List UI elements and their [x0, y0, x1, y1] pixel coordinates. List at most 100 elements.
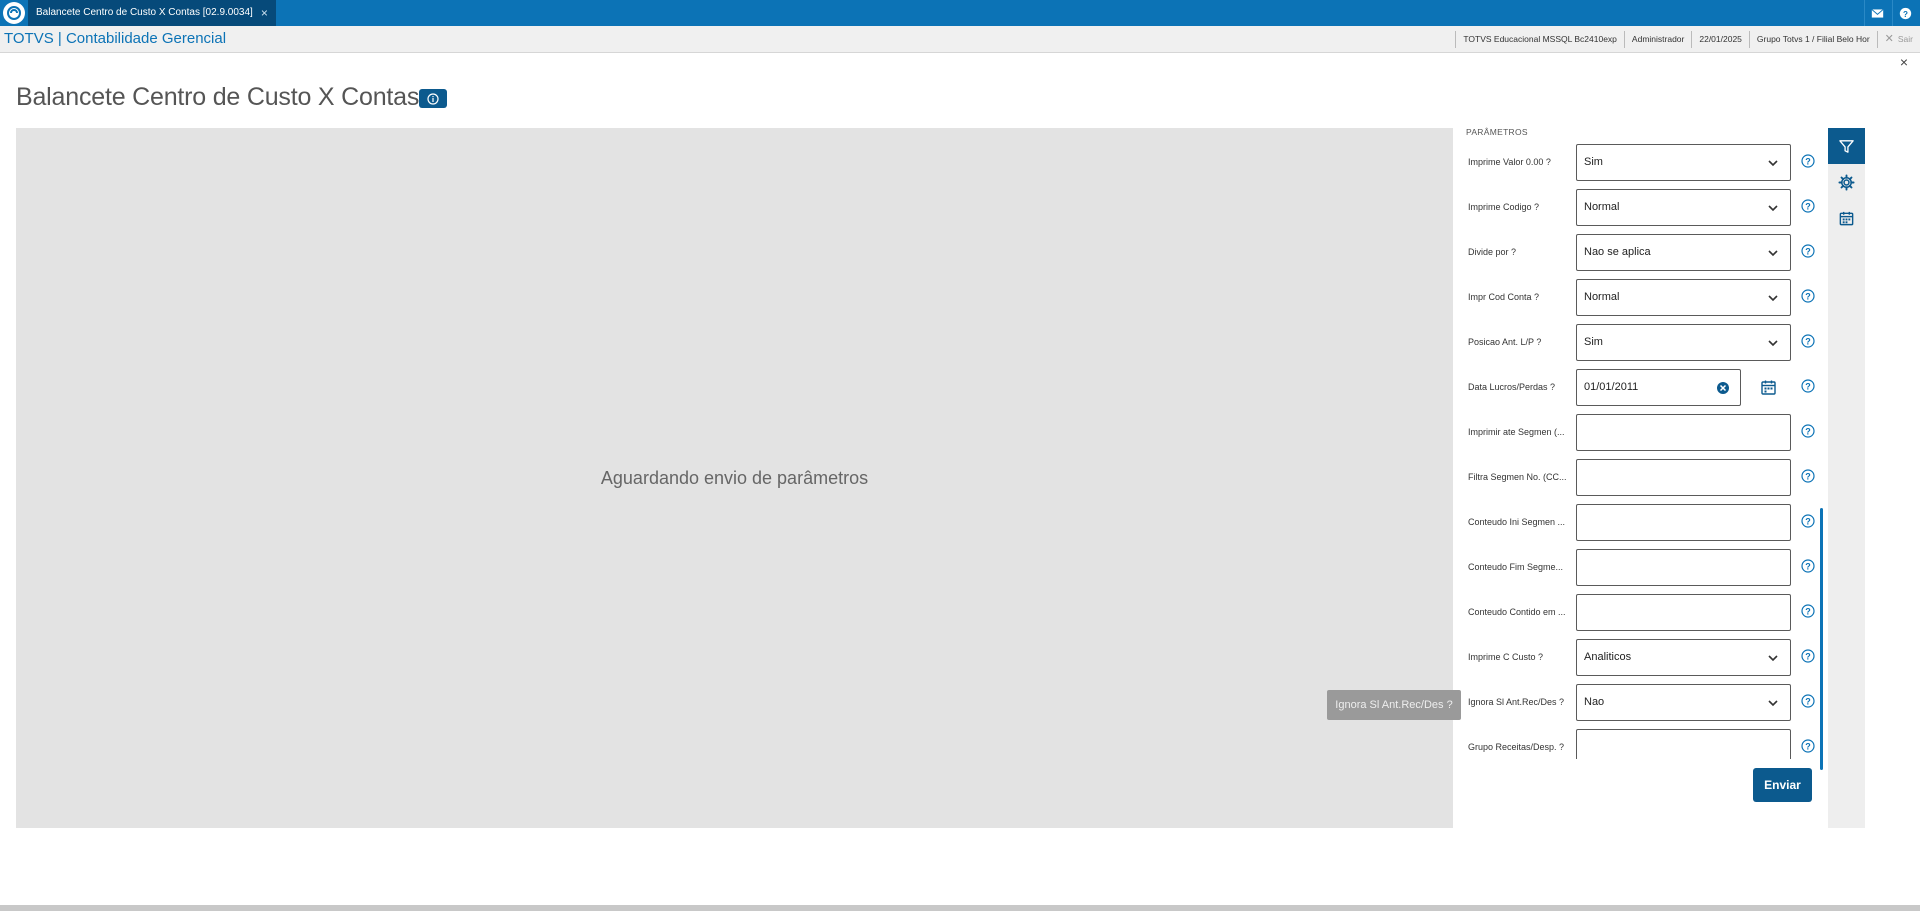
help-icon[interactable]: ? — [1801, 559, 1815, 573]
svg-text:?: ? — [1805, 652, 1811, 662]
param-date-field[interactable]: 01/01/2011 — [1576, 369, 1741, 406]
param-label: Filtra Segmen No. (CC... — [1468, 472, 1566, 482]
chevron-down-icon[interactable] — [1766, 651, 1780, 665]
param-select[interactable]: Sim — [1576, 144, 1791, 181]
help-icon[interactable]: ? — [1801, 334, 1815, 348]
param-input[interactable] — [1576, 594, 1791, 631]
param-select[interactable]: Nao se aplica — [1576, 234, 1791, 271]
param-value: Nao — [1584, 696, 1605, 708]
gear-icon — [1838, 173, 1855, 191]
param-label: Imprime Codigo ? — [1468, 202, 1540, 212]
page-title: Balancete Centro de Custo X Contas — [16, 83, 420, 111]
param-row: Conteudo Contido em ...? — [1466, 594, 1818, 632]
help-icon[interactable]: ? — [1801, 694, 1815, 708]
clear-icon[interactable] — [1716, 381, 1730, 395]
close-icon: ✕ — [1884, 33, 1894, 45]
param-value: Normal — [1584, 291, 1620, 303]
help-icon[interactable]: ? — [1801, 289, 1815, 303]
param-row: Imprime C Custo ? Analiticos? — [1466, 639, 1818, 677]
param-label: Conteudo Fim Segme... — [1468, 562, 1564, 572]
report-preview: Aguardando envio de parâmetros — [16, 128, 1453, 828]
help-icon[interactable]: ? — [1801, 469, 1815, 483]
svg-text:?: ? — [1805, 607, 1811, 617]
help-icon[interactable]: ? — [1801, 514, 1815, 528]
calendar-icon — [1839, 211, 1854, 225]
close-page-icon[interactable]: × — [1900, 54, 1908, 70]
brand-title: TOTVS | Contabilidade Gerencial — [4, 30, 227, 47]
chevron-down-icon[interactable] — [1766, 291, 1780, 305]
param-row: Conteudo Fim Segme...? — [1466, 549, 1818, 587]
svg-text:?: ? — [1805, 337, 1811, 347]
param-row: Impr Cod Conta ? Normal? — [1466, 279, 1818, 317]
param-select[interactable]: Normal — [1576, 279, 1791, 316]
param-input[interactable] — [1576, 414, 1791, 451]
send-button[interactable]: Enviar — [1753, 768, 1812, 802]
help-icon[interactable]: ? — [1801, 604, 1815, 618]
settings-button[interactable] — [1828, 164, 1865, 200]
schedule-button[interactable] — [1828, 200, 1865, 236]
params-panel: Imprime Valor 0.00 ? Sim? Imprime Codigo ?… — [1466, 144, 1818, 759]
param-value: 01/01/2011 — [1584, 381, 1639, 393]
param-label: Conteudo Contido em ... — [1468, 607, 1566, 617]
svg-text:?: ? — [1805, 472, 1811, 482]
param-label: Divide por ? — [1468, 247, 1517, 257]
chevron-down-icon[interactable] — [1766, 201, 1780, 215]
help-icon[interactable]: ? — [1801, 199, 1815, 213]
svg-text:?: ? — [1805, 517, 1811, 527]
logout-button[interactable]: ✕ Sair — [1876, 31, 1920, 48]
param-select[interactable]: Sim — [1576, 324, 1791, 361]
chevron-down-icon[interactable] — [1766, 336, 1780, 350]
param-select[interactable]: Analiticos — [1576, 639, 1791, 676]
mail-icon[interactable] — [1864, 0, 1890, 26]
info-icon — [427, 92, 439, 105]
params-scrollbar[interactable] — [1820, 508, 1823, 770]
help-icon[interactable]: ? — [1801, 154, 1815, 168]
param-label: Imprimir ate Segmen (... — [1468, 427, 1565, 437]
svg-text:?: ? — [1805, 292, 1811, 302]
param-input[interactable] — [1576, 459, 1791, 496]
environment-label: TOTVS Educacional MSSQL Bc2410exp — [1455, 31, 1624, 48]
tab-label: Balancete Centro de Custo X Contas [02.9… — [36, 7, 253, 18]
svg-text:?: ? — [1903, 9, 1908, 18]
sub-header: TOTVS | Contabilidade Gerencial TOTVS Ed… — [0, 26, 1920, 53]
param-value: Sim — [1584, 336, 1603, 348]
window-bottom-border — [0, 905, 1920, 911]
params-title: PARÂMETROS — [1466, 127, 1528, 137]
svg-text:?: ? — [1805, 562, 1811, 572]
help-icon[interactable]: ? — [1801, 244, 1815, 258]
chevron-down-icon[interactable] — [1766, 156, 1780, 170]
filter-button[interactable] — [1828, 128, 1865, 164]
preview-message: Aguardando envio de parâmetros — [600, 467, 869, 488]
param-input[interactable] — [1576, 729, 1791, 759]
svg-text:?: ? — [1805, 742, 1811, 752]
param-value: Analiticos — [1584, 651, 1632, 663]
tab-balancete[interactable]: Balancete Centro de Custo X Contas [02.9… — [28, 0, 276, 26]
calendar-icon[interactable] — [1760, 379, 1777, 396]
param-row: Filtra Segmen No. (CC...? — [1466, 459, 1818, 497]
param-label: Conteudo Ini Segmen ... — [1468, 517, 1566, 527]
chevron-down-icon[interactable] — [1766, 246, 1780, 260]
param-select[interactable]: Normal — [1576, 189, 1791, 226]
info-button[interactable] — [419, 89, 447, 108]
tooltip: Ignora Sl Ant.Rec/Des ? — [1327, 690, 1461, 720]
help-icon[interactable]: ? — [1801, 739, 1815, 753]
chevron-down-icon[interactable] — [1766, 696, 1780, 710]
session-info: TOTVS Educacional MSSQL Bc2410exp Admini… — [1455, 31, 1920, 48]
top-bar: Balancete Centro de Custo X Contas [02.9… — [0, 0, 1920, 26]
param-row: Divide por ? Nao se aplica? — [1466, 234, 1818, 272]
help-icon[interactable]: ? — [1892, 0, 1918, 26]
param-row: Conteudo Ini Segmen ...? — [1466, 504, 1818, 542]
help-icon[interactable]: ? — [1801, 649, 1815, 663]
help-icon[interactable]: ? — [1801, 424, 1815, 438]
param-input[interactable] — [1576, 549, 1791, 586]
param-row: Imprimir ate Segmen (...? — [1466, 414, 1818, 452]
user-label: Administrador — [1623, 31, 1691, 48]
totvs-logo-icon[interactable] — [3, 2, 25, 24]
branch-label[interactable]: Grupo Totvs 1 / Filial Belo Hor — [1748, 31, 1877, 48]
help-icon[interactable]: ? — [1801, 379, 1815, 393]
param-select[interactable]: Nao — [1576, 684, 1791, 721]
param-input[interactable] — [1576, 504, 1791, 541]
tab-close-icon[interactable]: × — [261, 0, 268, 26]
svg-text:?: ? — [1805, 697, 1811, 707]
param-row: Posicao Ant. L/P ? Sim? — [1466, 324, 1818, 362]
